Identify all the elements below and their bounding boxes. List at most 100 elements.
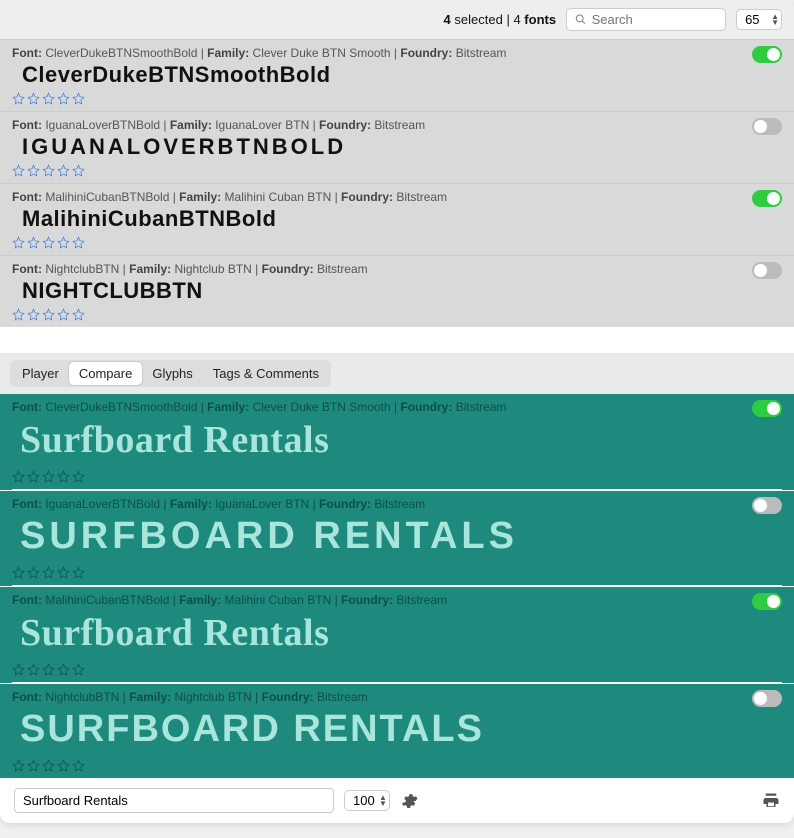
- app-window: 4 selected | 4 fonts 65 ▲ ▼ Font: Clever…: [0, 0, 794, 823]
- font-meta: Font: NightclubBTN | Family: Nightclub B…: [12, 690, 782, 704]
- star-icon[interactable]: [42, 92, 55, 105]
- star-icon[interactable]: [72, 236, 85, 249]
- star-icon[interactable]: [72, 566, 85, 579]
- font-item[interactable]: Font: CleverDukeBTNSmoothBold | Family: …: [0, 39, 794, 111]
- tab-compare[interactable]: Compare: [69, 362, 142, 385]
- star-icon[interactable]: [12, 308, 25, 321]
- rating-stars[interactable]: [12, 661, 782, 678]
- star-icon[interactable]: [42, 236, 55, 249]
- star-icon[interactable]: [12, 236, 25, 249]
- rating-stars[interactable]: [12, 468, 782, 485]
- star-icon[interactable]: [12, 92, 25, 105]
- search-icon: [575, 13, 586, 26]
- star-icon[interactable]: [72, 663, 85, 676]
- compare-size-stepper[interactable]: 100 ▲ ▼: [344, 790, 390, 811]
- star-icon[interactable]: [57, 308, 70, 321]
- selection-summary: 4 selected | 4 fonts: [444, 12, 557, 27]
- enable-toggle[interactable]: [752, 690, 782, 707]
- font-item[interactable]: Font: MalihiniCubanBTNBold | Family: Mal…: [0, 183, 794, 255]
- rating-stars[interactable]: [12, 306, 782, 323]
- size-value: 65: [745, 12, 767, 27]
- compare-font-item[interactable]: Font: IguanaLoverBTNBold | Family: Iguan…: [0, 490, 794, 585]
- search-input-wrap[interactable]: [566, 8, 726, 31]
- compare-panel: Font: CleverDukeBTNSmoothBold | Family: …: [0, 394, 794, 778]
- font-meta: Font: MalihiniCubanBTNBold | Family: Mal…: [12, 593, 782, 607]
- tab-tags-comments[interactable]: Tags & Comments: [203, 362, 329, 385]
- search-input[interactable]: [592, 12, 718, 27]
- star-icon[interactable]: [27, 663, 40, 676]
- sample-text-input[interactable]: [14, 788, 334, 813]
- star-icon[interactable]: [12, 470, 25, 483]
- enable-toggle[interactable]: [752, 118, 782, 135]
- print-icon[interactable]: [762, 792, 780, 810]
- compare-sample: Surfboard Rentals: [12, 704, 782, 757]
- star-icon[interactable]: [12, 663, 25, 676]
- star-icon[interactable]: [57, 566, 70, 579]
- star-icon[interactable]: [12, 566, 25, 579]
- star-icon[interactable]: [42, 663, 55, 676]
- rating-stars[interactable]: [12, 757, 782, 774]
- star-icon[interactable]: [72, 759, 85, 772]
- rating-stars[interactable]: [12, 162, 782, 179]
- star-icon[interactable]: [72, 308, 85, 321]
- compare-sample: Surfboard Rentals: [12, 414, 782, 468]
- star-icon[interactable]: [57, 663, 70, 676]
- font-meta: Font: IguanaLoverBTNBold | Family: Iguan…: [12, 497, 782, 511]
- font-sample: CleverDukeBTNSmoothBold: [12, 60, 782, 90]
- tab-player[interactable]: Player: [12, 362, 69, 385]
- enable-toggle[interactable]: [752, 46, 782, 63]
- enable-toggle[interactable]: [752, 262, 782, 279]
- size-stepper[interactable]: 65 ▲ ▼: [736, 9, 782, 30]
- font-item[interactable]: Font: NightclubBTN | Family: Nightclub B…: [0, 255, 794, 327]
- star-icon[interactable]: [57, 236, 70, 249]
- star-icon[interactable]: [27, 566, 40, 579]
- enable-toggle[interactable]: [752, 400, 782, 417]
- compare-size-value: 100: [353, 793, 375, 808]
- font-meta: Font: IguanaLoverBTNBold | Family: Iguan…: [12, 118, 782, 132]
- compare-font-item[interactable]: Font: MalihiniCubanBTNBold | Family: Mal…: [0, 586, 794, 682]
- bottom-bar: 100 ▲ ▼: [0, 778, 794, 823]
- star-icon[interactable]: [27, 236, 40, 249]
- star-icon[interactable]: [72, 470, 85, 483]
- enable-toggle[interactable]: [752, 593, 782, 610]
- gear-icon[interactable]: [400, 792, 418, 810]
- star-icon[interactable]: [42, 308, 55, 321]
- star-icon[interactable]: [57, 759, 70, 772]
- star-icon[interactable]: [27, 308, 40, 321]
- star-icon[interactable]: [42, 470, 55, 483]
- font-meta: Font: NightclubBTN | Family: Nightclub B…: [12, 262, 782, 276]
- fonts-word: fonts: [524, 12, 556, 27]
- compare-sample: Surfboard Rentals: [12, 607, 782, 661]
- rating-stars[interactable]: [12, 90, 782, 107]
- star-icon[interactable]: [72, 92, 85, 105]
- font-meta: Font: CleverDukeBTNSmoothBold | Family: …: [12, 46, 782, 60]
- star-icon[interactable]: [27, 470, 40, 483]
- star-icon[interactable]: [42, 566, 55, 579]
- font-meta: Font: MalihiniCubanBTNBold | Family: Mal…: [12, 190, 782, 204]
- compare-sample: Surfboard Rentals: [12, 511, 782, 564]
- rating-stars[interactable]: [12, 234, 782, 251]
- enable-toggle[interactable]: [752, 497, 782, 514]
- tab-glyphs[interactable]: Glyphs: [142, 362, 202, 385]
- star-icon[interactable]: [12, 164, 25, 177]
- list-spacer: [0, 327, 794, 353]
- star-icon[interactable]: [57, 164, 70, 177]
- star-icon[interactable]: [27, 759, 40, 772]
- stepper-down-icon[interactable]: ▼: [379, 801, 387, 807]
- compare-font-item[interactable]: Font: NightclubBTN | Family: Nightclub B…: [0, 683, 794, 778]
- rating-stars[interactable]: [12, 564, 782, 581]
- star-icon[interactable]: [27, 92, 40, 105]
- star-icon[interactable]: [57, 470, 70, 483]
- font-list: Font: CleverDukeBTNSmoothBold | Family: …: [0, 39, 794, 327]
- star-icon[interactable]: [57, 92, 70, 105]
- compare-font-item[interactable]: Font: CleverDukeBTNSmoothBold | Family: …: [0, 394, 794, 489]
- star-icon[interactable]: [27, 164, 40, 177]
- star-icon[interactable]: [72, 164, 85, 177]
- stepper-down-icon[interactable]: ▼: [771, 20, 779, 26]
- star-icon[interactable]: [42, 164, 55, 177]
- star-icon[interactable]: [12, 759, 25, 772]
- font-meta: Font: CleverDukeBTNSmoothBold | Family: …: [12, 400, 782, 414]
- star-icon[interactable]: [42, 759, 55, 772]
- font-item[interactable]: Font: IguanaLoverBTNBold | Family: Iguan…: [0, 111, 794, 183]
- enable-toggle[interactable]: [752, 190, 782, 207]
